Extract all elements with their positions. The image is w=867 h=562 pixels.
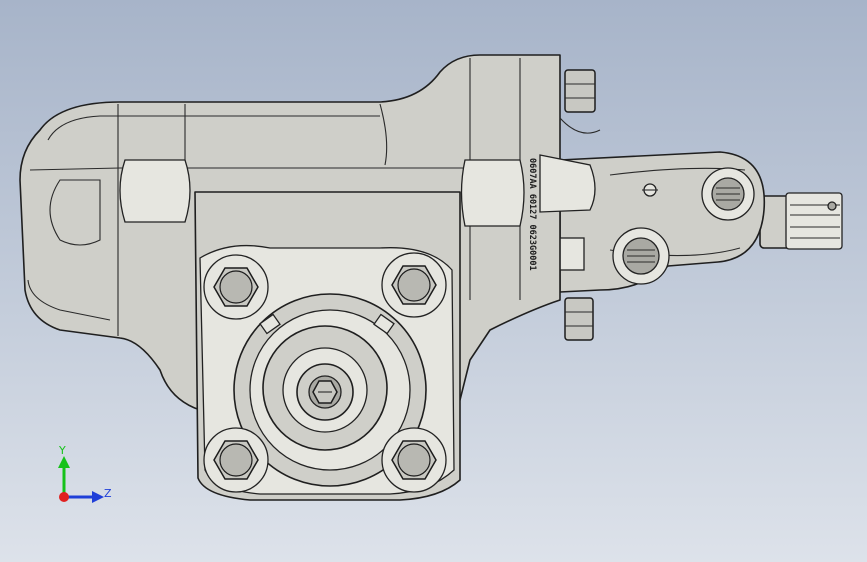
orientation-triad: Y Z: [58, 444, 112, 503]
steering-gear-model[interactable]: 0607AA 60127 0623G0001 Y Z: [0, 0, 867, 562]
input-shaft[interactable]: [759, 192, 843, 250]
part-marking: 0607AA 60127 0623G0001: [527, 158, 537, 271]
cover-bolt-top-right[interactable]: [381, 252, 447, 318]
cover-bolt-bottom-left[interactable]: [203, 427, 269, 493]
x-axis-marker: [59, 492, 69, 502]
cover-bolt-top-left[interactable]: [203, 254, 269, 320]
cover-bolt-bottom-right[interactable]: [381, 427, 447, 493]
cad-viewport[interactable]: 0607AA 60127 0623G0001 Y Z: [0, 0, 867, 562]
valve-bolt-top[interactable]: [564, 69, 596, 113]
triad-z-label: Z: [104, 487, 112, 500]
triad-y-label: Y: [58, 444, 66, 457]
valve-bolt-bottom[interactable]: [564, 297, 594, 341]
